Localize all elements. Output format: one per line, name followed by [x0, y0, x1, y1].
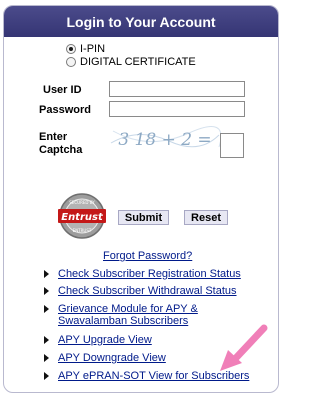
triangle-bullet-icon — [44, 372, 49, 380]
triangle-bullet-icon — [44, 287, 49, 295]
triangle-bullet-icon — [44, 305, 49, 313]
radio-ipin-label: I-PIN — [80, 43, 106, 55]
login-panel: Login to Your Account I-PIN DIGITAL CERT… — [3, 5, 279, 393]
apy-upgrade-view-link[interactable]: APY Upgrade View — [58, 334, 152, 346]
captcha-image: 3 18 + 2 = — [109, 123, 221, 155]
captcha-label: Enter Captcha — [39, 131, 83, 156]
svg-text:SECURED BY: SECURED BY — [69, 200, 95, 205]
radio-ipin[interactable] — [66, 44, 76, 54]
triangle-bullet-icon — [44, 336, 49, 344]
list-item: APY Upgrade View — [44, 334, 152, 346]
user-id-input[interactable] — [109, 81, 245, 97]
list-item: APY Downgrade View — [44, 352, 166, 364]
user-id-label: User ID — [43, 84, 82, 96]
pink-arrow-icon — [220, 324, 268, 371]
panel-title: Login to Your Account — [4, 6, 278, 37]
svg-text:ENTRUST: ENTRUST — [73, 228, 92, 233]
captcha-input[interactable] — [220, 133, 244, 158]
entrust-seal-icon: Entrust SECURED BY ENTRUST — [58, 193, 106, 239]
list-item: Check Subscriber Registration Status — [44, 268, 241, 280]
triangle-bullet-icon — [44, 354, 49, 362]
svg-text:Entrust: Entrust — [61, 212, 104, 223]
list-item: Grievance Module for APY & Swavalamban S… — [44, 303, 224, 327]
apy-downgrade-view-link[interactable]: APY Downgrade View — [58, 352, 166, 364]
radio-digital-certificate-label: DIGITAL CERTIFICATE — [80, 56, 196, 68]
check-withdrawal-status-link[interactable]: Check Subscriber Withdrawal Status — [58, 285, 237, 297]
triangle-bullet-icon — [44, 270, 49, 278]
radio-ipin-row[interactable]: I-PIN — [66, 43, 105, 55]
forgot-password-link[interactable]: Forgot Password? — [103, 250, 192, 262]
password-input[interactable] — [109, 101, 245, 117]
captcha-text: 3 18 + 2 = — [118, 130, 211, 150]
radio-digital-certificate[interactable] — [66, 57, 76, 67]
grievance-module-link[interactable]: Grievance Module for APY & Swavalamban S… — [58, 303, 224, 327]
list-item: Check Subscriber Withdrawal Status — [44, 285, 237, 297]
password-label: Password — [39, 104, 91, 116]
check-registration-status-link[interactable]: Check Subscriber Registration Status — [58, 268, 241, 280]
reset-button[interactable]: Reset — [184, 210, 228, 225]
submit-button[interactable]: Submit — [118, 210, 169, 225]
radio-digital-certificate-row[interactable]: DIGITAL CERTIFICATE — [66, 56, 196, 68]
